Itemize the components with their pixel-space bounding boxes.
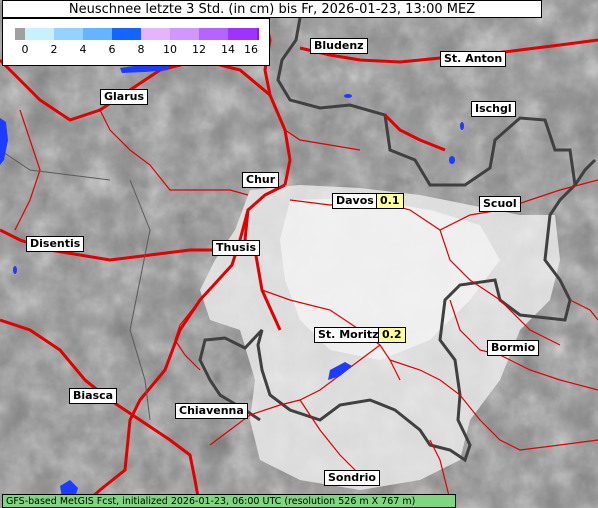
forecast-footer: GFS-based MetGIS Fcst, initialized 2026-… — [2, 494, 456, 508]
snow-value-st-moritz: 0.2 — [378, 327, 406, 343]
city-label-scuol: Scuol — [479, 196, 521, 212]
legend-color-bar — [15, 28, 259, 40]
snow-value-davos: 0.1 — [376, 193, 404, 209]
legend-tick: 10 — [163, 43, 177, 56]
city-label-bludenz: Bludenz — [310, 38, 368, 54]
legend: 0 2 4 6 8 10 12 14 16 — [2, 18, 270, 66]
legend-swatch — [141, 28, 170, 40]
legend-swatch — [112, 28, 141, 40]
legend-tick: 4 — [79, 43, 87, 56]
legend-start-swatch — [15, 28, 25, 40]
legend-swatch — [199, 28, 228, 40]
legend-tick: 6 — [108, 43, 116, 56]
legend-swatch — [170, 28, 199, 40]
city-label-ischgl: Ischgl — [471, 101, 516, 117]
city-label-thusis: Thusis — [212, 240, 261, 256]
legend-end-swatch — [257, 28, 259, 40]
legend-tick: 16 — [244, 43, 258, 56]
legend-tick: 12 — [192, 43, 206, 56]
legend-swatch — [54, 28, 83, 40]
legend-swatch — [25, 28, 54, 40]
city-label-glarus: Glarus — [100, 89, 149, 105]
city-label-biasca: Biasca — [69, 388, 118, 404]
city-label-st-anton: St. Anton — [440, 51, 507, 67]
city-label-chiavenna: Chiavenna — [175, 403, 248, 419]
legend-tick: 8 — [137, 43, 145, 56]
legend-swatch — [83, 28, 112, 40]
city-label-st-moritz: St. Moritz — [314, 327, 383, 343]
legend-swatch — [228, 28, 257, 40]
legend-tick: 0 — [21, 43, 29, 56]
city-label-disentis: Disentis — [26, 236, 85, 252]
legend-tick: 2 — [50, 43, 58, 56]
city-label-davos: Davos — [332, 193, 378, 209]
city-label-chur: Chur — [242, 172, 280, 188]
city-label-sondrio: Sondrio — [324, 470, 380, 486]
terrain-map — [0, 0, 598, 508]
city-label-bormio: Bormio — [487, 340, 540, 356]
map-title: Neuschnee letzte 3 Std. (in cm) bis Fr, … — [2, 0, 542, 18]
legend-tick: 14 — [221, 43, 235, 56]
